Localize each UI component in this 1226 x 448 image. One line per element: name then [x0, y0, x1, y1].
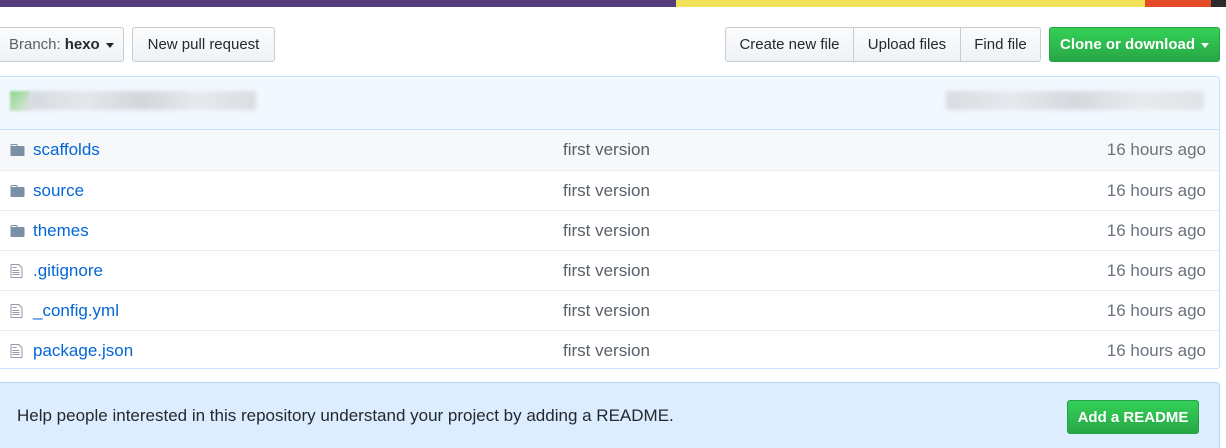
language-segment[interactable] — [1145, 0, 1211, 7]
commit-age: 16 hours ago — [1106, 260, 1206, 280]
branch-label: Branch: — [9, 36, 61, 53]
branch-name: hexo — [64, 36, 100, 53]
latest-commit-bar — [0, 77, 1219, 130]
commit-message-link[interactable]: first version — [563, 301, 650, 321]
caret-down-icon — [105, 43, 114, 48]
redacted-commit-info — [28, 91, 256, 110]
readme-prompt-text: Help people interested in this repositor… — [17, 406, 674, 425]
file-name-link[interactable]: themes — [33, 221, 89, 241]
readme-prompt: Help people interested in this repositor… — [0, 382, 1220, 448]
add-readme-button[interactable]: Add a README — [1067, 400, 1199, 434]
commit-age: 16 hours ago — [1106, 140, 1206, 159]
commit-age: 16 hours ago — [1106, 220, 1206, 240]
file-row[interactable]: scaffolds first version 16 hours ago — [0, 130, 1219, 170]
file-row[interactable]: themes first version 16 hours ago — [0, 210, 1219, 250]
new-pull-request-button[interactable]: New pull request — [132, 27, 275, 62]
file-name-link[interactable]: scaffolds — [33, 140, 100, 160]
file-icon — [9, 303, 26, 319]
commit-message-link[interactable]: first version — [563, 221, 650, 241]
file-row[interactable]: source first version 16 hours ago — [0, 170, 1219, 210]
file-name-link[interactable]: _config.yml — [33, 301, 119, 321]
folder-icon — [9, 183, 26, 199]
file-icon — [9, 343, 26, 359]
commit-message-link[interactable]: first version — [563, 181, 650, 201]
caret-down-icon — [1201, 43, 1209, 48]
branch-select-button[interactable]: Branch: hexo — [0, 27, 124, 62]
upload-files-button[interactable]: Upload files — [853, 27, 961, 62]
file-name-link[interactable]: source — [33, 181, 84, 201]
file-list: scaffolds first version 16 hours ago source… — [0, 130, 1219, 368]
create-new-file-button[interactable]: Create new file — [725, 27, 854, 62]
clone-or-download-label: Clone or download — [1060, 36, 1195, 53]
language-segment[interactable] — [1211, 0, 1226, 7]
avatar[interactable] — [10, 91, 30, 111]
folder-icon — [9, 223, 26, 239]
file-row[interactable]: _config.yml first version 16 hours ago — [0, 290, 1219, 330]
file-icon — [9, 263, 26, 279]
commit-age: 16 hours ago — [1106, 300, 1206, 320]
redacted-commit-meta — [946, 91, 1204, 110]
file-actions-group: Create new file Upload files Find file — [725, 27, 1041, 62]
commit-message-link[interactable]: first version — [563, 140, 650, 160]
commit-age: 16 hours ago — [1106, 340, 1206, 360]
file-table: scaffolds first version 16 hours ago source… — [0, 76, 1220, 369]
commit-message-link[interactable]: first version — [563, 261, 650, 281]
folder-icon — [9, 142, 26, 158]
language-bar — [0, 0, 1226, 7]
file-row[interactable]: .gitignore first version 16 hours ago — [0, 250, 1219, 290]
commit-age: 16 hours ago — [1106, 180, 1206, 200]
clone-or-download-button[interactable]: Clone or download — [1049, 27, 1220, 62]
file-navigation-toolbar: Branch: hexo New pull request Create new… — [0, 27, 1226, 62]
file-name-link[interactable]: package.json — [33, 341, 133, 361]
find-file-button[interactable]: Find file — [960, 27, 1041, 62]
commit-message-link[interactable]: first version — [563, 341, 650, 361]
language-segment[interactable] — [0, 0, 676, 7]
language-segment[interactable] — [676, 0, 1145, 7]
file-row[interactable]: package.json first version 16 hours ago — [0, 330, 1219, 368]
file-name-link[interactable]: .gitignore — [33, 261, 103, 281]
